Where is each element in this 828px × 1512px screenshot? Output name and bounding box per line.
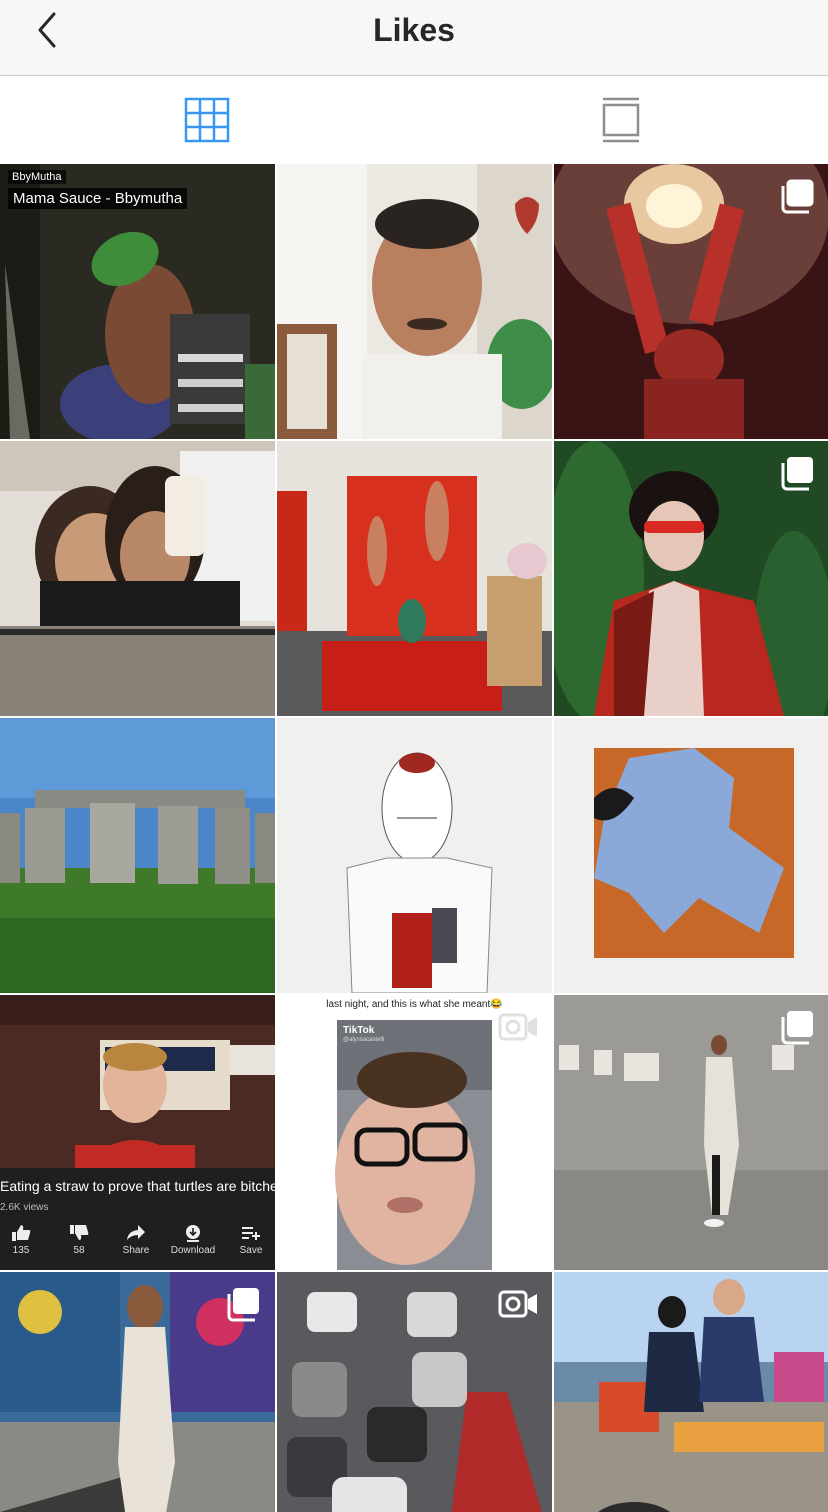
download-icon bbox=[186, 1225, 200, 1242]
nav-header: Likes bbox=[0, 0, 828, 76]
post-image bbox=[0, 718, 275, 993]
share-arrow-icon bbox=[127, 1225, 145, 1240]
post-thumbnail[interactable] bbox=[554, 441, 828, 716]
dislike-action: 58 bbox=[54, 1224, 104, 1256]
youtube-view-count: 2.6K views bbox=[0, 1202, 49, 1213]
grid-icon bbox=[184, 97, 230, 143]
tiktok-handle: @alyssacastelli bbox=[343, 1037, 385, 1043]
post-thumbnail[interactable] bbox=[0, 1272, 275, 1512]
single-post-icon bbox=[602, 97, 640, 143]
video-icon bbox=[498, 1013, 537, 1041]
chevron-left-icon bbox=[38, 12, 56, 48]
post-image bbox=[277, 718, 552, 993]
post-thumbnail[interactable] bbox=[554, 718, 828, 993]
post-thumbnail[interactable] bbox=[277, 164, 552, 439]
carousel-icon bbox=[781, 179, 814, 214]
page-title: Likes bbox=[373, 12, 455, 48]
post-image bbox=[0, 441, 275, 716]
post-thumbnail[interactable]: Eating a straw to prove that turtles are… bbox=[0, 995, 275, 1270]
tiktok-logo-text: TikTok bbox=[343, 1025, 375, 1036]
download-label: Download bbox=[170, 1245, 216, 1256]
post-thumbnail[interactable] bbox=[277, 441, 552, 716]
view-tab-bar bbox=[0, 76, 828, 164]
post-image bbox=[277, 164, 552, 439]
post-thumbnail[interactable] bbox=[0, 441, 275, 716]
post-image bbox=[554, 1272, 828, 1512]
post-image bbox=[277, 441, 552, 716]
video-song-title: Mama Sauce - Bbymutha bbox=[8, 188, 188, 209]
tab-feed[interactable] bbox=[414, 76, 828, 164]
save-label: Save bbox=[239, 1245, 263, 1256]
post-thumbnail[interactable] bbox=[554, 164, 828, 439]
youtube-player-bar: Eating a straw to prove that turtles are… bbox=[0, 1168, 275, 1270]
thumbs-down-icon bbox=[70, 1225, 89, 1240]
like-count: 135 bbox=[12, 1245, 30, 1256]
dislike-count: 58 bbox=[73, 1245, 85, 1256]
post-thumbnail[interactable] bbox=[554, 1272, 828, 1512]
video-icon bbox=[498, 1290, 537, 1318]
carousel-icon bbox=[781, 1011, 813, 1045]
youtube-video-title: Eating a straw to prove that turtles are… bbox=[0, 1178, 275, 1194]
share-action: Share bbox=[111, 1224, 161, 1256]
carousel-icon bbox=[781, 457, 813, 491]
playlist-add-icon bbox=[242, 1227, 260, 1240]
video-channel-tag: BbyMutha bbox=[8, 170, 66, 184]
post-thumbnail[interactable]: last night, and this is what she meant😂 … bbox=[277, 995, 552, 1270]
share-label: Share bbox=[122, 1245, 150, 1256]
download-action: Download bbox=[168, 1224, 218, 1256]
youtube-action-row: 135 58 Share Download Save bbox=[0, 1224, 275, 1264]
post-image bbox=[554, 718, 828, 993]
carousel-icon bbox=[227, 1288, 259, 1322]
liked-posts-grid: BbyMutha Mama Sauce - Bbymutha Eating a … bbox=[0, 164, 828, 1512]
save-action: Save bbox=[226, 1224, 275, 1256]
post-thumbnail[interactable] bbox=[277, 1272, 552, 1512]
post-thumbnail[interactable] bbox=[554, 995, 828, 1270]
post-thumbnail[interactable] bbox=[277, 718, 552, 993]
back-button[interactable] bbox=[26, 6, 70, 50]
post-thumbnail[interactable] bbox=[0, 718, 275, 993]
post-thumbnail[interactable]: BbyMutha Mama Sauce - Bbymutha bbox=[0, 164, 275, 439]
like-action: 135 bbox=[0, 1224, 46, 1256]
thumbs-up-icon bbox=[12, 1225, 31, 1241]
tab-grid[interactable] bbox=[0, 76, 414, 164]
